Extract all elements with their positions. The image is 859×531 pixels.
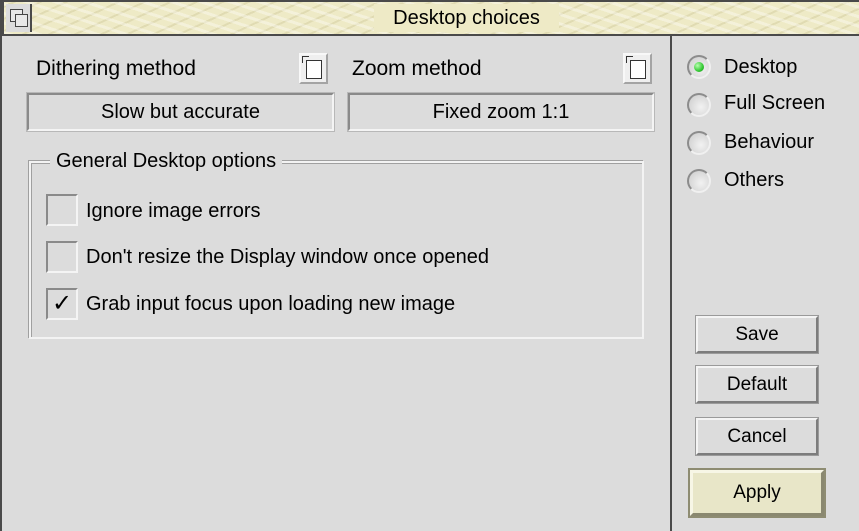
radio-desktop[interactable]: [687, 55, 711, 79]
dont-resize-checkbox[interactable]: [46, 241, 78, 273]
grab-input-focus-checkbox[interactable]: ✓: [46, 288, 78, 320]
radio-behaviour[interactable]: [687, 131, 711, 155]
back-icon[interactable]: [6, 4, 32, 32]
ignore-image-errors-label: Ignore image errors: [86, 200, 261, 222]
radio-selected-icon: [694, 62, 704, 72]
dithering-menu-icon[interactable]: [299, 53, 328, 84]
radio-full-screen-label[interactable]: Full Screen: [724, 91, 825, 115]
zoom-method-label: Zoom method: [352, 57, 482, 80]
desktop-choices-window: Desktop choices Dithering method Slow bu…: [0, 0, 859, 531]
cancel-button[interactable]: Cancel: [695, 417, 819, 456]
zoom-menu-icon[interactable]: [623, 53, 652, 84]
save-button[interactable]: Save: [695, 315, 819, 354]
zoom-method-field[interactable]: Fixed zoom 1:1: [347, 92, 655, 132]
title-bar[interactable]: Desktop choices: [2, 0, 859, 36]
grab-input-focus-label: Grab input focus upon loading new image: [86, 293, 456, 315]
pane-divider: [670, 36, 672, 531]
dithering-method-field[interactable]: Slow but accurate: [26, 92, 335, 132]
apply-button[interactable]: Apply: [688, 468, 826, 518]
radio-full-screen[interactable]: [687, 93, 711, 117]
general-options-title: General Desktop options: [50, 149, 283, 173]
radio-behaviour-label[interactable]: Behaviour: [724, 130, 814, 154]
default-button[interactable]: Default: [695, 365, 819, 404]
radio-others-label[interactable]: Others: [724, 168, 784, 192]
radio-desktop-label[interactable]: Desktop: [724, 55, 797, 79]
radio-others[interactable]: [687, 169, 711, 193]
ignore-image-errors-checkbox[interactable]: [46, 194, 78, 226]
dithering-method-label: Dithering method: [36, 57, 196, 80]
window-title: Desktop choices: [374, 4, 559, 32]
check-mark-icon: ✓: [51, 290, 73, 317]
dont-resize-label: Don't resize the Display window once ope…: [86, 246, 489, 268]
